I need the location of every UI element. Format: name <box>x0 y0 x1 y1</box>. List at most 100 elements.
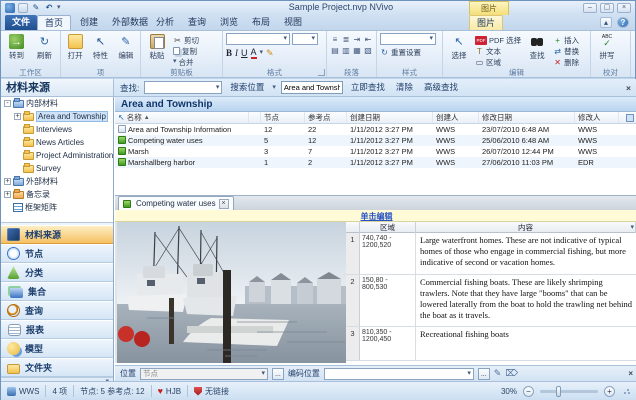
tree-item-interviews[interactable]: Interviews <box>1 123 113 136</box>
nav-button-collections[interactable]: 集合 <box>1 282 113 301</box>
expander-icon[interactable]: - <box>4 100 11 107</box>
chevron-down-icon[interactable]: ▾ <box>260 50 264 56</box>
column-header-created[interactable]: 创建日期 <box>347 112 433 123</box>
tree-item-project-administration[interactable]: Project Administration <box>1 149 113 162</box>
harbor-photo[interactable] <box>117 222 346 363</box>
app-icon[interactable] <box>5 3 15 13</box>
outdent-button[interactable]: ⇤ <box>363 35 373 45</box>
expander-icon[interactable]: + <box>14 113 21 120</box>
align-left-button[interactable]: ▤ <box>330 46 340 56</box>
tree-item-externals[interactable]: + 外部材料 <box>1 175 113 188</box>
properties-button[interactable]: ↖ 特性 <box>89 33 111 66</box>
format-dialog-launcher-icon[interactable] <box>318 69 325 76</box>
copy-button[interactable]: 复制 <box>173 46 199 56</box>
code-in-combo[interactable]: 节点 ▾ <box>140 368 268 380</box>
find-combo[interactable]: ▾ <box>144 81 222 94</box>
bold-button[interactable]: B <box>226 48 232 58</box>
paste-button[interactable]: 粘贴 <box>144 33 170 66</box>
underline-button[interactable]: U <box>241 48 248 58</box>
uncode-icon[interactable]: ⌦ <box>505 368 518 379</box>
minimize-button[interactable]: – <box>583 3 597 13</box>
go-button[interactable]: → 转到 <box>4 33 29 66</box>
nav-button-folders[interactable]: 文件夹 <box>1 358 113 377</box>
maximize-button[interactable]: ▢ <box>600 3 614 13</box>
close-button[interactable]: × <box>617 3 631 13</box>
tab-picture[interactable]: 图片 <box>469 15 503 30</box>
merge-button[interactable]: ▾ 合并 <box>173 57 199 67</box>
column-header-icon[interactable] <box>249 112 261 123</box>
tab-file[interactable]: 文件 <box>5 15 37 30</box>
region-row[interactable]: 2 150,80 - 800,530 Commercial fishing bo… <box>346 275 636 327</box>
column-header-name[interactable]: ↖ 名称 ▲ <box>115 112 249 123</box>
font-color-button[interactable]: A <box>251 47 257 59</box>
table-row[interactable]: Marsh 3 7 1/11/2012 3:27 PM WWS 26/07/20… <box>115 146 636 157</box>
indent-button[interactable]: ⇥ <box>352 35 362 45</box>
nav-button-queries[interactable]: 查询 <box>1 301 113 320</box>
collapse-ribbon-icon[interactable]: ▴ <box>600 17 612 28</box>
nav-button-nodes[interactable]: 节点 <box>1 244 113 263</box>
open-button[interactable]: 打开 <box>64 33 86 66</box>
help-icon[interactable]: ? <box>617 17 629 28</box>
text-selection-button[interactable]: T 文本 <box>475 46 521 56</box>
italic-button[interactable]: I <box>235 48 238 58</box>
numbered-list-button[interactable]: ≣ <box>341 35 351 45</box>
region-row[interactable]: 1 740,740 - 1200,520 Large waterfront ho… <box>346 233 636 275</box>
column-header-modified-by[interactable]: 修改人 <box>575 112 619 123</box>
nav-button-classifications[interactable]: 分类 <box>1 263 113 282</box>
tab-external-data[interactable]: 外部数据 <box>105 15 155 30</box>
pdf-selection-button[interactable]: PDF PDF 选择 <box>475 35 521 45</box>
clear-button[interactable]: 清除 <box>393 81 416 94</box>
font-name-combo[interactable]: ▾ <box>226 33 290 45</box>
qat-dropdown-icon[interactable]: ▾ <box>57 5 61 11</box>
column-header-modified[interactable]: 修改日期 <box>479 112 575 123</box>
edit-pen-icon[interactable]: ✎ <box>31 3 41 13</box>
content-column-header[interactable]: 内容 ▾ <box>416 222 636 233</box>
resize-grip[interactable] <box>623 387 631 395</box>
select-button[interactable]: ↖ 选择 <box>446 33 472 66</box>
replace-button[interactable]: ⇄ 替换 <box>553 46 579 56</box>
column-header-extra[interactable] <box>619 112 636 123</box>
tree-item-memos[interactable]: + 备忘录 <box>1 188 113 201</box>
column-header-created-by[interactable]: 创建人 <box>433 112 479 123</box>
justify-button[interactable]: ▧ <box>363 46 373 56</box>
tree-item-internals[interactable]: - 内部材料 <box>1 97 113 110</box>
zoom-in-button[interactable]: + <box>604 386 615 397</box>
spelling-button[interactable]: ABC✓ 拼写 <box>594 33 620 66</box>
code-at-combo[interactable]: ▾ <box>324 368 474 380</box>
detail-tab-competing-water-uses[interactable]: Competing water uses × <box>118 196 234 210</box>
save-icon[interactable] <box>18 3 28 13</box>
edit-button[interactable]: ✎ 编辑 <box>115 33 137 66</box>
tree-item-framework-matrices[interactable]: 框架矩阵 <box>1 201 113 214</box>
insert-button[interactable]: + 插入 <box>553 35 579 45</box>
tab-analyze[interactable]: 分析 <box>149 15 181 30</box>
refresh-button[interactable]: ↻ 刷新 <box>32 33 57 66</box>
browse-in-button[interactable]: ... <box>272 368 284 380</box>
nav-button-reports[interactable]: 报表 <box>1 320 113 339</box>
align-right-button[interactable]: ▦ <box>352 46 362 56</box>
cut-button[interactable]: ✂ 剪切 <box>173 35 199 45</box>
code-icon[interactable]: ✎ <box>494 368 502 379</box>
column-header-nodes[interactable]: 节点 <box>261 112 305 123</box>
zoom-slider[interactable] <box>540 390 598 393</box>
table-row[interactable]: Marshallberg harbor 1 2 1/11/2012 3:27 P… <box>115 157 636 168</box>
tree-item-survey[interactable]: Survey <box>1 162 113 175</box>
expander-icon[interactable]: + <box>4 191 11 198</box>
search-input[interactable] <box>281 81 343 94</box>
table-row[interactable]: Area and Township Information 12 22 1/11… <box>115 124 636 135</box>
click-to-edit-link[interactable]: 单击编辑 <box>361 212 393 221</box>
highlight-button[interactable]: ✎ <box>266 48 274 59</box>
tab-explore[interactable]: 浏览 <box>213 15 245 30</box>
tab-create[interactable]: 创建 <box>73 15 105 30</box>
filter-icon[interactable]: ▾ <box>630 225 634 231</box>
search-in-button[interactable]: 搜索位置 <box>227 81 267 94</box>
reset-settings-button[interactable]: ↻ 重置设置 <box>380 47 439 57</box>
column-header-refs[interactable]: 参考点 <box>305 112 347 123</box>
undo-icon[interactable]: ↶ <box>44 3 54 13</box>
zoom-slider-knob[interactable] <box>556 386 561 397</box>
close-tab-icon[interactable]: × <box>219 199 229 209</box>
region-column-header[interactable]: 区域 <box>360 222 416 233</box>
expander-icon[interactable]: + <box>4 178 11 185</box>
tab-view[interactable]: 视图 <box>277 15 309 30</box>
find-button[interactable]: 查找 <box>524 33 550 66</box>
nav-button-sources[interactable]: 材料来源 <box>1 225 113 244</box>
